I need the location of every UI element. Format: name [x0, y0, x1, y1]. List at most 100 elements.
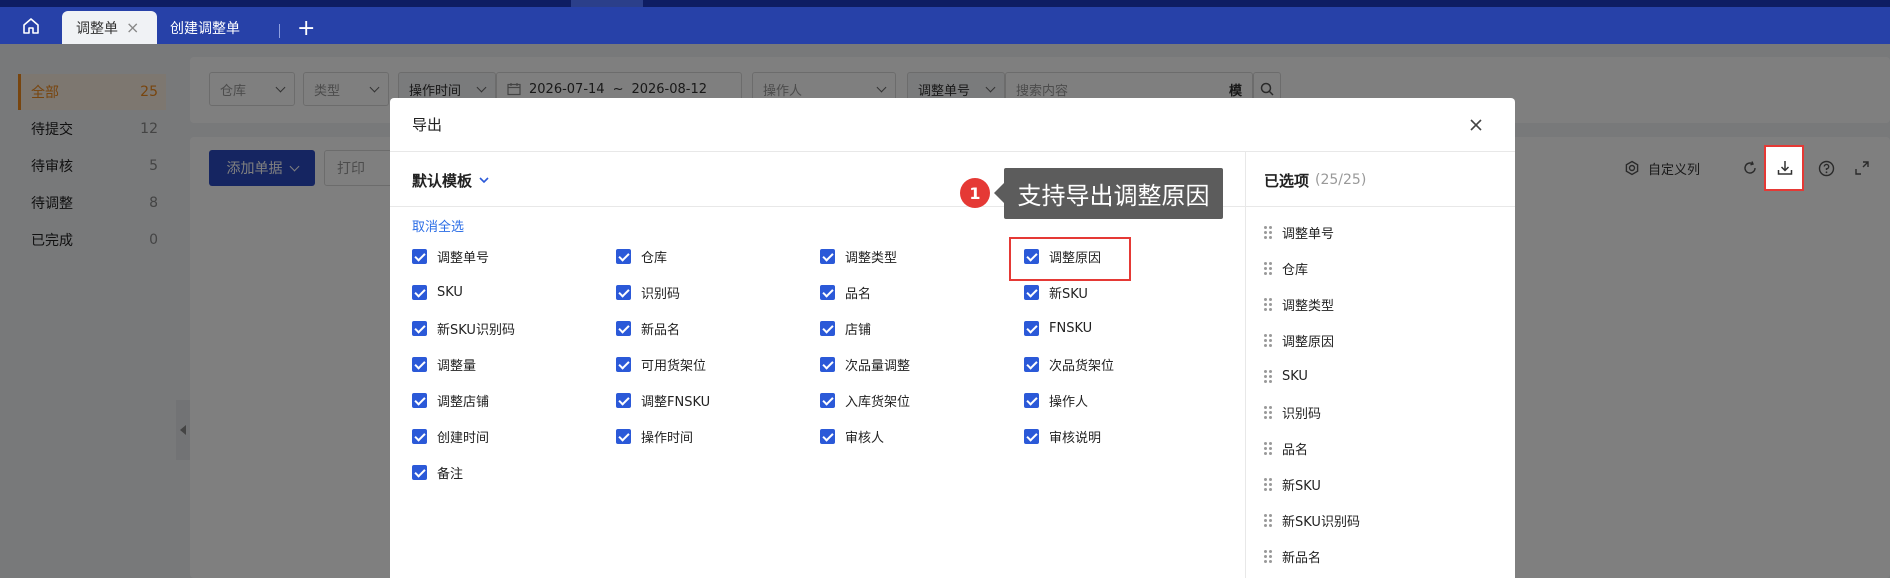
download-icon[interactable]	[1776, 159, 1794, 177]
deselect-all-link[interactable]: 取消全选	[412, 216, 464, 235]
export-modal: 导出 默认模板 取消全选 调整单号 仓库 调整类型 调整原因 SKU 识别码 品名 新SKU 新…	[390, 98, 1515, 578]
selected-item[interactable]: 新SKU识别码	[1264, 510, 1360, 530]
checkbox-checked-icon[interactable]	[412, 464, 427, 480]
field-checkbox[interactable]: 新品名	[616, 318, 680, 338]
checkbox-checked-icon[interactable]	[412, 320, 427, 336]
selected-item[interactable]: 调整单号	[1264, 222, 1334, 242]
field-checkbox[interactable]: 品名	[820, 282, 871, 302]
drag-handle-icon[interactable]	[1264, 549, 1272, 563]
field-checkbox[interactable]: FNSKU	[1024, 318, 1092, 338]
checkbox-checked-icon[interactable]	[820, 320, 835, 336]
field-label: SKU	[437, 284, 463, 300]
field-label: 次品货架位	[1049, 358, 1115, 374]
checkbox-checked-icon[interactable]	[820, 284, 835, 300]
field-checkbox[interactable]: 店铺	[820, 318, 871, 338]
checkbox-checked-icon[interactable]	[616, 392, 631, 408]
drag-handle-icon[interactable]	[1264, 333, 1272, 347]
divider	[1246, 206, 1515, 207]
drag-handle-icon[interactable]	[1264, 441, 1272, 455]
drag-handle-icon[interactable]	[1264, 369, 1272, 383]
checkbox-checked-icon[interactable]	[820, 356, 835, 372]
field-label: 审核人	[845, 430, 885, 446]
close-icon[interactable]: ×	[126, 18, 139, 37]
field-checkbox[interactable]: 操作时间	[616, 426, 693, 446]
checkbox-checked-icon[interactable]	[1024, 392, 1039, 408]
tab-create-adjustment[interactable]: 创建调整单	[170, 11, 240, 44]
field-label: 操作人	[1049, 394, 1089, 410]
field-checkbox[interactable]: 审核人	[820, 426, 884, 446]
tab-label: 创建调整单	[170, 20, 240, 37]
modal-header: 导出	[390, 98, 1515, 152]
selected-item[interactable]: 调整原因	[1264, 330, 1334, 350]
selected-item[interactable]: 调整类型	[1264, 294, 1334, 314]
field-label: 可用货架位	[641, 358, 707, 374]
checkbox-checked-icon[interactable]	[412, 356, 427, 372]
add-tab-icon[interactable]: +	[297, 18, 315, 40]
checkbox-checked-icon[interactable]	[820, 392, 835, 408]
field-label: 调整类型	[845, 250, 898, 266]
checkbox-checked-icon[interactable]	[616, 356, 631, 372]
field-checkbox[interactable]: 调整类型	[820, 246, 897, 266]
field-checkbox[interactable]: 调整店铺	[412, 390, 489, 410]
tab-adjustment-list[interactable]: 调整单 ×	[62, 11, 157, 44]
checkbox-checked-icon[interactable]	[820, 428, 835, 444]
selected-item[interactable]: 新SKU	[1264, 474, 1321, 494]
checkbox-checked-icon[interactable]	[616, 428, 631, 444]
drag-handle-icon[interactable]	[1264, 477, 1272, 491]
field-label: 备注	[437, 466, 464, 482]
checkbox-checked-icon[interactable]	[1024, 320, 1039, 336]
field-checkbox[interactable]: 审核说明	[1024, 426, 1101, 446]
drag-handle-icon[interactable]	[1264, 513, 1272, 527]
selected-item-label: 调整原因	[1282, 334, 1335, 350]
checkbox-checked-icon[interactable]	[412, 392, 427, 408]
selected-item[interactable]: SKU	[1264, 366, 1308, 386]
field-checkbox[interactable]: SKU	[412, 282, 463, 302]
modal-title: 导出	[412, 116, 443, 134]
field-checkbox[interactable]: 可用货架位	[616, 354, 706, 374]
field-checkbox[interactable]: 调整单号	[412, 246, 489, 266]
drag-handle-icon[interactable]	[1264, 261, 1272, 275]
selected-count: (25/25)	[1315, 172, 1367, 188]
field-label: 入库货架位	[845, 394, 911, 410]
field-checkbox[interactable]: 备注	[412, 462, 463, 482]
drag-handle-icon[interactable]	[1264, 405, 1272, 419]
selected-item[interactable]: 新品名	[1264, 546, 1321, 566]
home-icon[interactable]	[18, 15, 44, 37]
field-checkbox[interactable]: 仓库	[616, 246, 667, 266]
checkbox-checked-icon[interactable]	[412, 248, 427, 264]
checkbox-checked-icon[interactable]	[1024, 356, 1039, 372]
field-checkbox[interactable]: 调整量	[412, 354, 476, 374]
checkbox-checked-icon[interactable]	[412, 428, 427, 444]
selected-item[interactable]: 识别码	[1264, 402, 1321, 422]
selected-item[interactable]: 品名	[1264, 438, 1308, 458]
field-checkbox[interactable]: 识别码	[616, 282, 680, 302]
template-label: 默认模板	[412, 171, 473, 190]
selected-title-label: 已选项	[1264, 171, 1310, 190]
checkbox-checked-icon[interactable]	[1024, 428, 1039, 444]
checkbox-checked-icon[interactable]	[616, 248, 631, 264]
drag-handle-icon[interactable]	[1264, 297, 1272, 311]
field-checkbox[interactable]: 新SKU	[1024, 282, 1088, 302]
checkbox-checked-icon[interactable]	[616, 320, 631, 336]
field-checkbox[interactable]: 创建时间	[412, 426, 489, 446]
close-icon[interactable]	[1467, 116, 1485, 134]
checkbox-checked-icon[interactable]	[820, 248, 835, 264]
field-checkbox[interactable]: 操作人	[1024, 390, 1088, 410]
checkbox-checked-icon[interactable]	[616, 284, 631, 300]
selected-item-label: 识别码	[1282, 406, 1322, 422]
field-label: 调整单号	[437, 250, 490, 266]
selected-item-label: 新SKU识别码	[1282, 514, 1360, 530]
template-select[interactable]: 默认模板	[412, 168, 490, 192]
selected-item-label: 品名	[1282, 442, 1309, 458]
field-checkbox[interactable]: 次品货架位	[1024, 354, 1114, 374]
field-checkbox[interactable]: 调整FNSKU	[616, 390, 710, 410]
selected-item[interactable]: 仓库	[1264, 258, 1308, 278]
checkbox-checked-icon[interactable]	[1024, 284, 1039, 300]
selected-item-label: SKU	[1282, 368, 1308, 384]
field-checkbox[interactable]: 入库货架位	[820, 390, 910, 410]
selected-item-label: 调整单号	[1282, 226, 1335, 242]
drag-handle-icon[interactable]	[1264, 225, 1272, 239]
field-checkbox[interactable]: 新SKU识别码	[412, 318, 515, 338]
field-checkbox[interactable]: 次品量调整	[820, 354, 910, 374]
checkbox-checked-icon[interactable]	[412, 284, 427, 300]
